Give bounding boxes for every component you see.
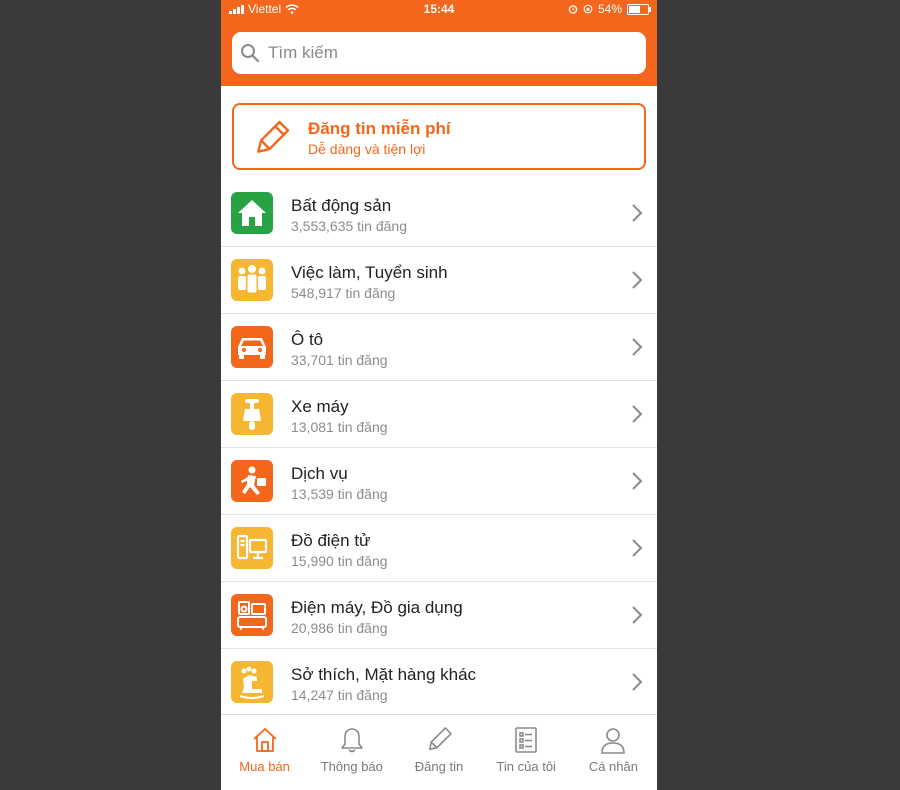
- category-name: Việc làm, Tuyển sinh: [291, 263, 448, 282]
- search-input[interactable]: [266, 42, 630, 64]
- category-name: Đồ điện tử: [291, 531, 371, 550]
- tab-label: Thông báo: [320, 759, 383, 774]
- category-name: Sở thích, Mặt hàng khác: [291, 665, 477, 684]
- battery-percent: 54%: [597, 2, 622, 16]
- chevron-right-icon: [632, 673, 643, 691]
- pencil-icon: [257, 120, 290, 153]
- category-count: 33,701 tin đăng: [291, 352, 388, 368]
- hobby-icon: [231, 661, 273, 703]
- post-free-ad-banner[interactable]: Đăng tin miễn phí Dễ dàng và tiện lợi: [232, 103, 646, 170]
- tab-ca-nhan[interactable]: Cá nhân: [570, 715, 657, 790]
- post-banner-subtitle: Dễ dàng và tiện lợi: [308, 141, 426, 157]
- bottom-tab-bar: Mua bán Thông báo Đăng tin Tin của tôi C…: [221, 714, 657, 790]
- category-item-bat-dong-san[interactable]: Bất động sản 3,553,635 tin đăng: [221, 180, 657, 247]
- search-bar[interactable]: [232, 32, 646, 74]
- category-name: Điện máy, Đồ gia dụng: [291, 598, 463, 617]
- tab-label: Mua bán: [239, 759, 290, 774]
- chevron-right-icon: [632, 606, 643, 624]
- chevron-right-icon: [632, 472, 643, 490]
- appliances-icon: [231, 594, 273, 636]
- category-count: 13,539 tin đăng: [291, 486, 388, 502]
- chevron-right-icon: [632, 271, 643, 289]
- alarm-icon: [568, 5, 578, 14]
- category-count: 15,990 tin đăng: [291, 553, 388, 569]
- search-icon: [241, 44, 260, 63]
- scooter-icon: [231, 393, 273, 435]
- tab-dang-tin[interactable]: Đăng tin: [395, 715, 482, 790]
- people-icon: [231, 259, 273, 301]
- list-icon: [515, 727, 538, 753]
- category-item-do-dien-tu[interactable]: Đồ điện tử 15,990 tin đăng: [221, 515, 657, 582]
- category-item-xe-may[interactable]: Xe máy 13,081 tin đăng: [221, 381, 657, 448]
- category-name: Bất động sản: [291, 196, 392, 215]
- computer-icon: [231, 527, 273, 569]
- car-icon: [231, 326, 273, 368]
- battery-icon: [627, 3, 651, 15]
- category-count: 548,917 tin đăng: [291, 285, 396, 301]
- tab-label: Đăng tin: [414, 759, 464, 774]
- delivery-man-icon: [231, 460, 273, 502]
- category-item-dich-vu[interactable]: Dịch vụ 13,539 tin đăng: [221, 448, 657, 515]
- category-list: Bất động sản 3,553,635 tin đăng Việc làm…: [221, 180, 657, 716]
- category-item-so-thich[interactable]: Sở thích, Mặt hàng khác 14,247 tin đăng: [221, 649, 657, 716]
- chevron-right-icon: [632, 405, 643, 423]
- phone-screen: Viettel 15:44 54% Tìm kiếm Đăng tin miễn…: [221, 0, 657, 790]
- header: Viettel 15:44 54%: [221, 0, 657, 86]
- pencil-icon: [429, 727, 452, 750]
- category-name: Dịch vụ: [291, 464, 348, 483]
- home-icon: [252, 728, 277, 752]
- category-count: 13,081 tin đăng: [291, 419, 388, 435]
- category-count: 20,986 tin đăng: [291, 620, 388, 636]
- tab-tin-cua-toi[interactable]: Tin của tôi: [483, 715, 570, 790]
- chevron-right-icon: [632, 204, 643, 222]
- category-item-o-to[interactable]: Ô tô 33,701 tin đăng: [221, 314, 657, 381]
- tab-mua-ban[interactable]: Mua bán: [221, 715, 308, 790]
- category-count: 3,553,635 tin đăng: [291, 218, 407, 234]
- status-bar: Viettel 15:44 54%: [221, 0, 657, 18]
- house-icon: [231, 192, 273, 234]
- tab-label: Cá nhân: [588, 759, 638, 774]
- category-count: 14,247 tin đăng: [291, 687, 388, 703]
- category-name: Ô tô: [291, 330, 324, 349]
- chevron-right-icon: [632, 539, 643, 557]
- person-icon: [601, 728, 626, 754]
- bell-icon: [340, 728, 363, 753]
- status-right: 54%: [568, 2, 651, 16]
- chevron-right-icon: [632, 338, 643, 356]
- category-item-dien-may[interactable]: Điện máy, Đồ gia dụng 20,986 tin đăng: [221, 582, 657, 649]
- post-banner-title: Đăng tin miễn phí: [308, 119, 451, 138]
- orientation-lock-icon: [583, 4, 593, 14]
- tab-label: Tin của tôi: [496, 759, 556, 774]
- category-item-viec-lam[interactable]: Việc làm, Tuyển sinh 548,917 tin đăng: [221, 247, 657, 314]
- tab-thong-bao[interactable]: Thông báo: [308, 715, 395, 790]
- category-name: Xe máy: [291, 397, 349, 416]
